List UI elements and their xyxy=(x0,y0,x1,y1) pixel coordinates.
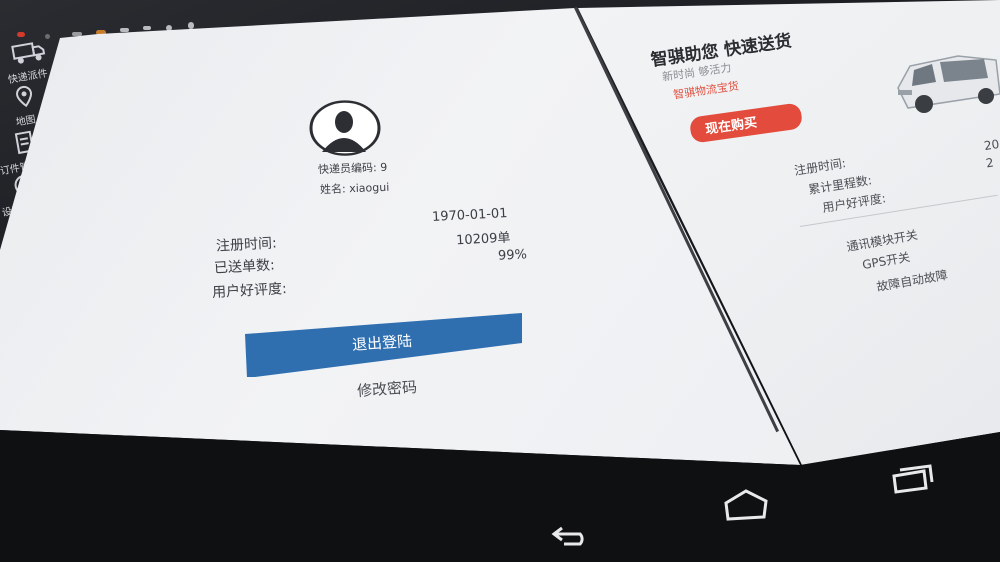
status-icon xyxy=(188,22,194,29)
rating-value: 99% xyxy=(497,247,528,264)
status-icon xyxy=(120,28,129,32)
logout-button-label: 退出登陆 xyxy=(351,331,413,355)
change-password-link[interactable]: 修改密码 xyxy=(356,376,417,401)
promo-stat-value: 20 xyxy=(982,136,1000,154)
register-date-label: 注册时间: xyxy=(215,235,278,255)
orders-count-value: 10209单 xyxy=(455,230,511,249)
status-icon xyxy=(72,32,82,36)
avatar xyxy=(307,100,383,156)
rating-label: 用户好评度: xyxy=(211,281,288,301)
map-pin-icon xyxy=(10,84,39,108)
home-icon[interactable] xyxy=(720,487,772,525)
recent-apps-icon[interactable] xyxy=(888,462,936,500)
truck-icon xyxy=(10,40,46,64)
orders-count-label: 已送单数: xyxy=(213,257,276,277)
back-icon[interactable] xyxy=(548,522,596,552)
courier-id: 快递员编码: 9 xyxy=(317,160,388,177)
status-icon xyxy=(143,26,151,30)
vehicle-image xyxy=(888,44,1000,120)
courier-name: 姓名: xiaogui xyxy=(319,180,390,197)
notification-icon xyxy=(17,32,25,37)
